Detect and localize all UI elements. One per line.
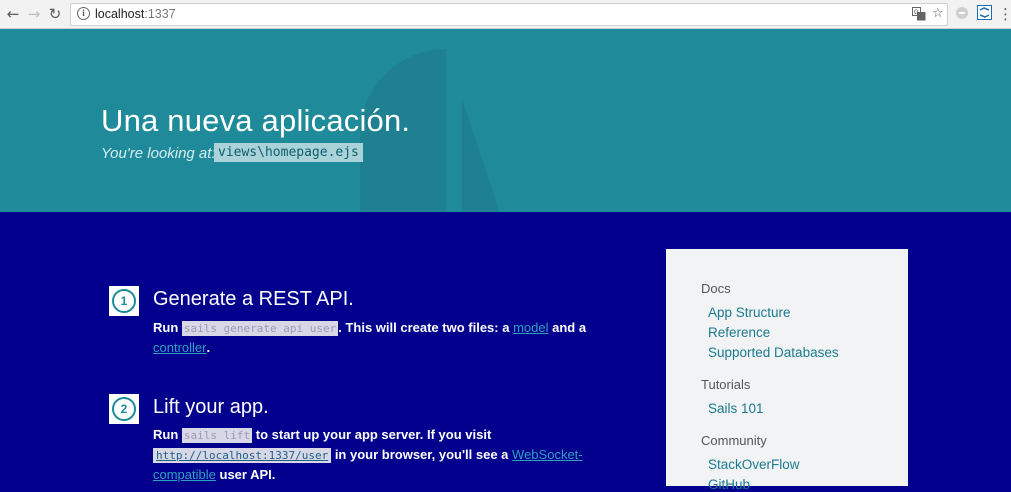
- sidebar-link-sails-101[interactable]: Sails 101: [708, 401, 764, 416]
- bookmark-star-icon[interactable]: ☆: [932, 7, 944, 21]
- docs-sidebar: Docs App Structure Reference Supported D…: [666, 249, 908, 492]
- step-1-badge: 1: [109, 286, 139, 316]
- docs-heading: Docs: [701, 281, 731, 296]
- menu-kebab-icon[interactable]: ⋮: [998, 5, 1011, 23]
- sidebar-link-supported-databases[interactable]: Supported Databases: [708, 345, 839, 360]
- hero-file-path: views\homepage.ejs: [214, 143, 363, 162]
- url-host: localhost: [95, 7, 145, 21]
- address-url[interactable]: localhost:1337: [95, 6, 176, 22]
- sidebar-link-app-structure[interactable]: App Structure: [708, 305, 791, 320]
- back-arrow-icon[interactable]: ←: [4, 5, 22, 23]
- address-bar[interactable]: i localhost:1337 G ☆: [70, 3, 948, 26]
- sidebar-link-stackoverflow[interactable]: StackOverFlow: [708, 457, 800, 472]
- sidebar-link-github[interactable]: GitHub: [708, 477, 750, 492]
- extension-circle-icon[interactable]: [955, 5, 971, 21]
- step-2-title: Lift your app.: [153, 396, 269, 418]
- step-1-title: Generate a REST API.: [153, 288, 354, 310]
- info-icon[interactable]: i: [77, 7, 90, 20]
- reload-icon[interactable]: ↻: [46, 5, 64, 23]
- translate-icon[interactable]: G: [912, 7, 928, 21]
- hero-banner: Una nueva aplicación. You're looking at:…: [0, 29, 1011, 212]
- sidebar-link-reference[interactable]: Reference: [708, 325, 770, 340]
- sails-logo-watermark-sail: [462, 99, 502, 212]
- user-api-url-link[interactable]: http://localhost:1337/user: [153, 448, 332, 463]
- model-link[interactable]: model: [513, 320, 548, 335]
- step-2-description: Run sails lift to start up your app serv…: [153, 427, 583, 482]
- forward-arrow-icon[interactable]: →: [25, 5, 43, 23]
- community-heading: Community: [701, 433, 767, 448]
- extension-square-icon[interactable]: [977, 5, 993, 21]
- page-title: Una nueva aplicación.: [101, 103, 411, 138]
- step-1-description: Run sails generate api user. This will c…: [153, 320, 587, 355]
- step-2-badge: 2: [109, 394, 139, 424]
- step-2-command: sails lift: [181, 428, 253, 443]
- step-1-command: sails generate api user: [181, 321, 339, 336]
- controller-link[interactable]: controller: [153, 340, 206, 355]
- browser-toolbar: ← → ↻ i localhost:1337 G ☆ ⋮: [0, 0, 1011, 29]
- tutorials-heading: Tutorials: [701, 377, 751, 392]
- url-port: :1337: [144, 7, 176, 21]
- svg-text:G: G: [914, 10, 919, 16]
- hero-subtitle: You're looking at:: [101, 145, 216, 162]
